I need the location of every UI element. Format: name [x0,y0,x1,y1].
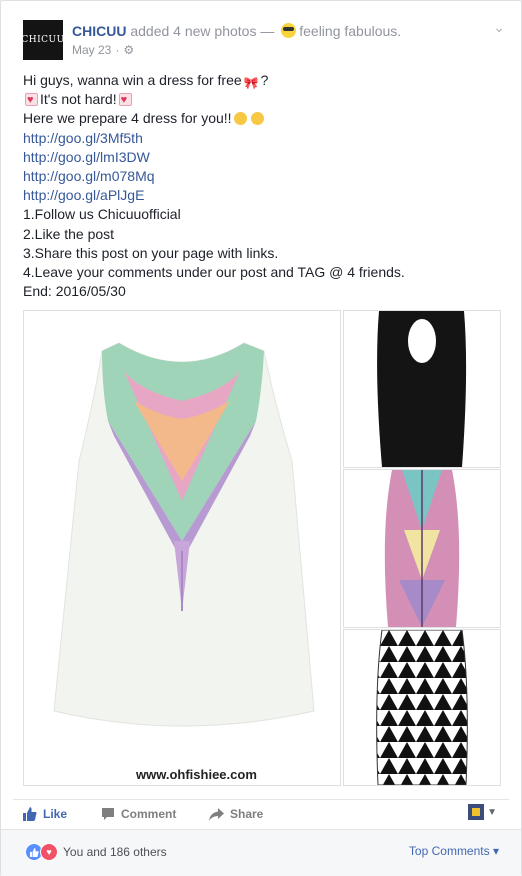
feeling-text: feeling fabulous. [299,23,402,39]
end-date: End: 2016/05/30 [23,283,126,300]
share-label: Share [230,807,264,821]
caret-down-icon: ▼ [487,806,497,818]
kiss-emoji-icon [250,112,264,126]
body-line-1-end: ? [260,72,269,88]
giveaway-link-1[interactable]: http://goo.gl/3Mf5th [23,129,503,148]
post-card: CHICUU CHICUU added 4 new photos — feeli… [0,0,522,876]
step-3: 3.Share this post on your page with link… [23,244,279,261]
body-line-2: It's not hard! [23,90,503,110]
viewer-avatar [468,804,485,820]
top-comments-dropdown[interactable]: Top Comments ▾ [409,844,499,858]
thumbs-up-icon [23,807,37,821]
photo-triangle-dress[interactable] [343,629,501,786]
step-1: 1.Follow us Chicuuofficial [23,206,181,223]
heart-letter-icon [25,91,38,110]
white-dress-illustration [53,342,315,727]
post-date[interactable]: May 23 [72,43,111,57]
like-label: Like [43,807,68,821]
step-4: 4.Leave your comments under our post and… [23,264,405,281]
page-avatar[interactable]: CHICUU [21,20,65,60]
bow-emoji-icon: 🎀 [243,76,259,90]
giveaway-link-4[interactable]: http://goo.gl/aPlJgE [23,186,503,205]
giveaway-link-2[interactable]: http://goo.gl/lmI3DW [23,148,503,167]
comment-button[interactable]: Comment [101,807,176,821]
photo-grid: www.ohfishiee.com [23,310,501,786]
meta-separator: · [115,43,120,57]
chevron-down-icon[interactable]: ⌄ [493,19,505,36]
triangle-dress-illustration [376,630,468,785]
kiss-emoji-icon [233,112,247,126]
sunglasses-emoji-icon [281,23,297,38]
share-button[interactable]: Share [209,807,263,821]
post-header: CHICUU added 4 new photos — feeling fabu… [72,23,401,39]
post-as-selector[interactable]: ▼ [468,804,497,820]
share-arrow-icon [209,807,224,821]
black-dress-illustration [377,311,467,467]
reactions-summary[interactable]: ♥ You and 186 others [25,843,167,861]
body-line-1-text: Hi guys, wanna win a dress for free [23,72,242,88]
reactions-count[interactable]: You and 186 others [63,845,167,859]
body-line-2-text: It's not hard! [40,91,117,108]
comment-bubble-icon [102,808,114,820]
caret-down-icon: ▾ [492,844,499,858]
photo-black-dress[interactable] [343,310,501,468]
page-name-link[interactable]: CHICUU [72,23,126,39]
giveaway-link-3[interactable]: http://goo.gl/m078Mq [23,167,503,186]
body-line-3-text: Here we prepare 4 dress for you!! [23,110,232,127]
love-reaction-icon: ♥ [40,843,58,861]
pattern-dress-illustration [384,470,460,627]
photo-pattern-dress[interactable] [343,469,501,628]
body-line-3: Here we prepare 4 dress for you!! [23,109,503,128]
body-line-1: Hi guys, wanna win a dress for free 🎀? [23,71,503,90]
heart-letter-icon [118,91,132,110]
photo-watermark: www.ohfishiee.com [136,767,257,782]
photo-main-white-dress[interactable]: www.ohfishiee.com [23,310,341,786]
post-meta: May 23 · ⚙ [72,43,134,57]
post-body: Hi guys, wanna win a dress for free🎀? It… [23,71,503,301]
reactions-footer: ♥ You and 186 others Top Comments ▾ [1,829,521,876]
comment-label: Comment [121,807,177,821]
gear-icon[interactable]: ⚙ [123,43,134,57]
action-bar: Like Comment Share ▼ [13,799,509,828]
post-action-text: added 4 new photos — [130,23,275,39]
avatar-logo-text: CHICUU [21,35,65,45]
like-button[interactable]: Like [23,807,67,821]
top-comments-label: Top Comments [408,844,490,858]
step-2: 2.Like the post [23,225,115,242]
